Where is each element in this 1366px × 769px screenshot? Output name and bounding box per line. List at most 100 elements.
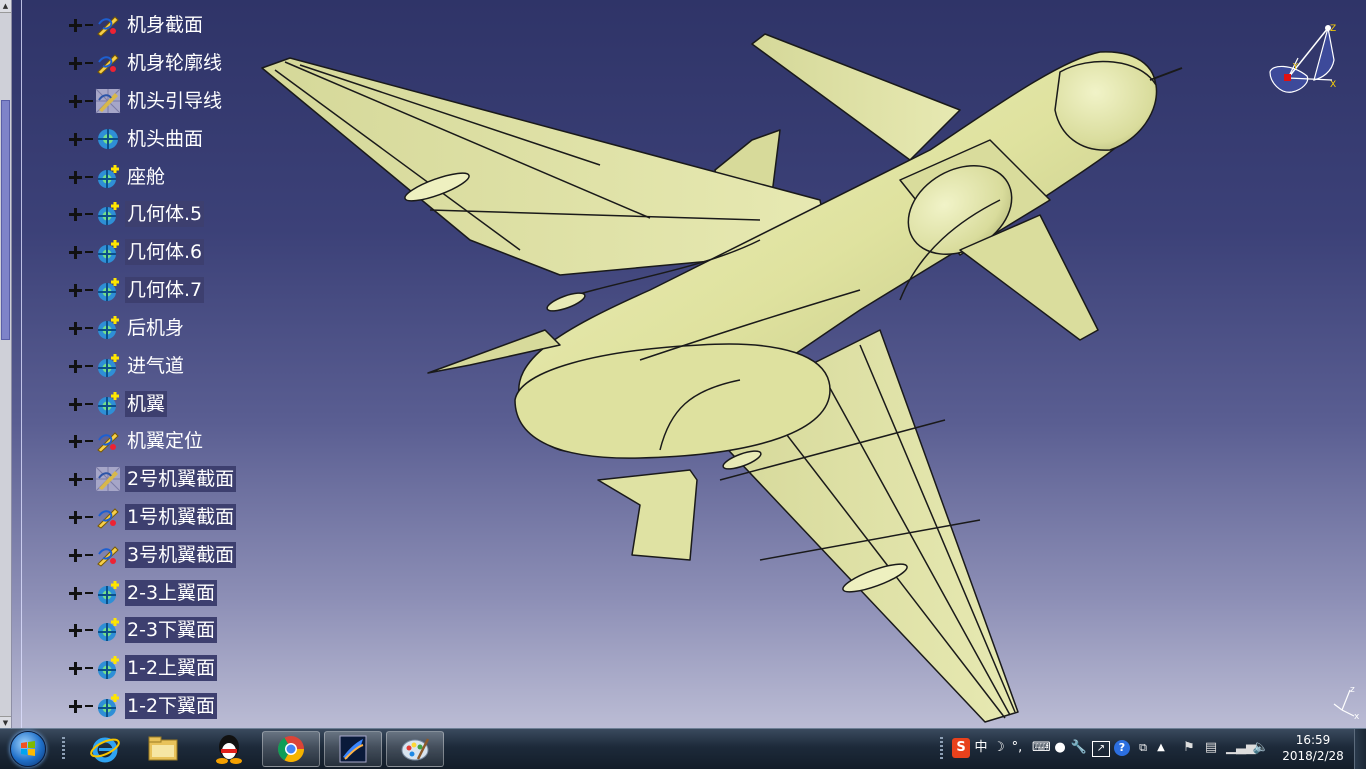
tree-node-label[interactable]: 1-2下翼面: [125, 693, 218, 719]
show-desktop-button[interactable]: [1354, 729, 1366, 769]
expand-plus-icon[interactable]: [66, 130, 84, 148]
tree-node[interactable]: 1号机翼截面: [66, 500, 237, 534]
expand-plus-icon[interactable]: [66, 395, 84, 413]
tree-node-label[interactable]: 座舱: [125, 164, 167, 190]
expand-plus-icon[interactable]: [66, 357, 84, 375]
expand-plus-icon[interactable]: [66, 168, 84, 186]
tree-node[interactable]: 2-3上翼面: [66, 576, 218, 610]
missile-left: [546, 292, 586, 312]
tree-node-label[interactable]: 机身截面: [125, 12, 205, 38]
stabilizer-lower: [597, 469, 698, 561]
tree-node[interactable]: 2号机翼截面: [66, 462, 237, 496]
tree-node-label[interactable]: 进气道: [125, 353, 186, 379]
tree-node[interactable]: 几何体.5: [66, 197, 205, 231]
tree-node[interactable]: 机头曲面: [66, 122, 205, 156]
ime-language-toggle[interactable]: 中: [972, 738, 990, 758]
expand-plus-icon[interactable]: [66, 546, 84, 564]
expand-plus-icon[interactable]: [66, 243, 84, 261]
expand-plus-icon[interactable]: [66, 508, 84, 526]
tree-node-label[interactable]: 2号机翼截面: [125, 466, 237, 492]
tree-node[interactable]: 机头引导线: [66, 84, 224, 118]
geometrical-body-icon: [95, 277, 121, 303]
expand-plus-icon[interactable]: [66, 54, 84, 72]
file-explorer-icon: [148, 736, 178, 761]
sketch-icon: [95, 428, 121, 454]
tree-node-label[interactable]: 机翼: [125, 391, 168, 417]
compass-y-label: Y: [1292, 62, 1298, 71]
expand-plus-icon[interactable]: [66, 319, 84, 337]
tree-node[interactable]: 几何体.7: [66, 273, 205, 307]
3d-viewport[interactable]: ▲ ▼ 机身截面 机身轮廓线 机头引导线 机头曲面 座舱 几何体.5 几何体.6…: [0, 0, 1366, 730]
tree-node-label[interactable]: 机头引导线: [125, 88, 224, 114]
scroll-thumb[interactable]: [1, 100, 10, 340]
tree-node[interactable]: 1-2下翼面: [66, 689, 218, 723]
tree-node[interactable]: 后机身: [66, 311, 186, 345]
tree-node-label[interactable]: 几何体.6: [125, 239, 205, 265]
taskbar-ie-button[interactable]: [78, 731, 132, 767]
expand-plus-icon[interactable]: [66, 584, 84, 602]
show-hidden-icons-arrow[interactable]: ▲: [1154, 738, 1168, 758]
expand-plus-icon[interactable]: [66, 697, 84, 715]
device-icon[interactable]: ▤: [1202, 738, 1220, 758]
tree-node-label[interactable]: 1号机翼截面: [125, 504, 237, 530]
expand-plus-icon[interactable]: [66, 205, 84, 223]
tree-node[interactable]: 2-3下翼面: [66, 613, 218, 647]
sogou-ime-icon[interactable]: S: [952, 738, 970, 758]
tree-node-label[interactable]: 几何体.5: [125, 201, 205, 227]
ime-punctuation-toggle[interactable]: °,: [1008, 738, 1026, 758]
taskbar-qq-button[interactable]: [202, 731, 256, 767]
taskbar-paint-button[interactable]: [386, 731, 444, 767]
tree-node-label[interactable]: 几何体.7: [125, 277, 205, 303]
tree-node[interactable]: 机翼: [66, 387, 168, 421]
wrench-icon[interactable]: 🔧: [1070, 738, 1088, 758]
action-center-flag-icon[interactable]: ⚑: [1180, 738, 1198, 758]
window-switch-icon[interactable]: ⧉: [1136, 738, 1150, 758]
taskbar-explorer-button[interactable]: [136, 731, 190, 767]
share-icon[interactable]: ↗: [1092, 741, 1110, 757]
tree-node-label[interactable]: 2-3上翼面: [125, 580, 218, 606]
expand-plus-icon[interactable]: [66, 659, 84, 677]
geometrical-body-icon: [95, 580, 121, 606]
tree-node[interactable]: 机身轮廓线: [66, 46, 224, 80]
geometrical-body-icon: [95, 617, 121, 643]
expand-plus-icon[interactable]: [66, 16, 84, 34]
tree-node-label[interactable]: 机翼定位: [125, 428, 205, 454]
paint-icon: [401, 738, 430, 761]
taskbar-catia-button[interactable]: [324, 731, 382, 767]
tree-node-label[interactable]: 后机身: [125, 315, 186, 341]
taskbar-chrome-button[interactable]: [262, 731, 320, 767]
tree-node-label[interactable]: 2-3下翼面: [125, 617, 218, 643]
tree-scrollbar[interactable]: ▲ ▼: [0, 0, 12, 730]
windows-taskbar: S 中 ☽ °, ⌨ ● 🔧 ↗ ? ⧉ ▲ ⚑ ▤ ▁▃▅ 🔈 16:59 2…: [0, 728, 1366, 769]
geometrical-body-icon: [95, 655, 121, 681]
internet-explorer-icon: [90, 737, 120, 763]
network-signal-icon[interactable]: ▁▃▅: [1226, 738, 1256, 758]
start-button[interactable]: [2, 729, 54, 769]
keyboard-icon[interactable]: ⌨: [1032, 738, 1051, 758]
tree-node[interactable]: 机身截面: [66, 8, 205, 42]
expand-plus-icon[interactable]: [66, 281, 84, 299]
tree-node[interactable]: 1-2上翼面: [66, 651, 218, 685]
expand-plus-icon[interactable]: [66, 470, 84, 488]
tree-node-label[interactable]: 机身轮廓线: [125, 50, 224, 76]
help-icon[interactable]: ?: [1114, 740, 1130, 756]
ime-fullwidth-toggle[interactable]: ☽: [992, 738, 1006, 758]
expand-plus-icon[interactable]: [66, 621, 84, 639]
tree-node[interactable]: 3号机翼截面: [66, 538, 237, 572]
expand-plus-icon[interactable]: [66, 432, 84, 450]
scroll-up-arrow[interactable]: ▲: [0, 0, 11, 13]
tree-node[interactable]: 几何体.6: [66, 235, 205, 269]
nose-cone: [1054, 60, 1158, 151]
qq-icon: [216, 735, 242, 764]
expand-plus-icon[interactable]: [66, 92, 84, 110]
tree-node-label[interactable]: 1-2上翼面: [125, 655, 218, 681]
tree-node-label[interactable]: 3号机翼截面: [125, 542, 237, 568]
user-icon[interactable]: ●: [1052, 738, 1068, 758]
tree-node[interactable]: 进气道: [66, 349, 186, 383]
tree-node[interactable]: 机翼定位: [66, 424, 205, 458]
tree-node[interactable]: 座舱: [66, 160, 167, 194]
tree-node-label[interactable]: 机头曲面: [125, 126, 205, 152]
clock[interactable]: 16:59 2018/2/28: [1282, 732, 1344, 764]
compass-icon[interactable]: Z X Y: [1262, 20, 1342, 100]
volume-icon[interactable]: 🔈: [1252, 738, 1270, 758]
